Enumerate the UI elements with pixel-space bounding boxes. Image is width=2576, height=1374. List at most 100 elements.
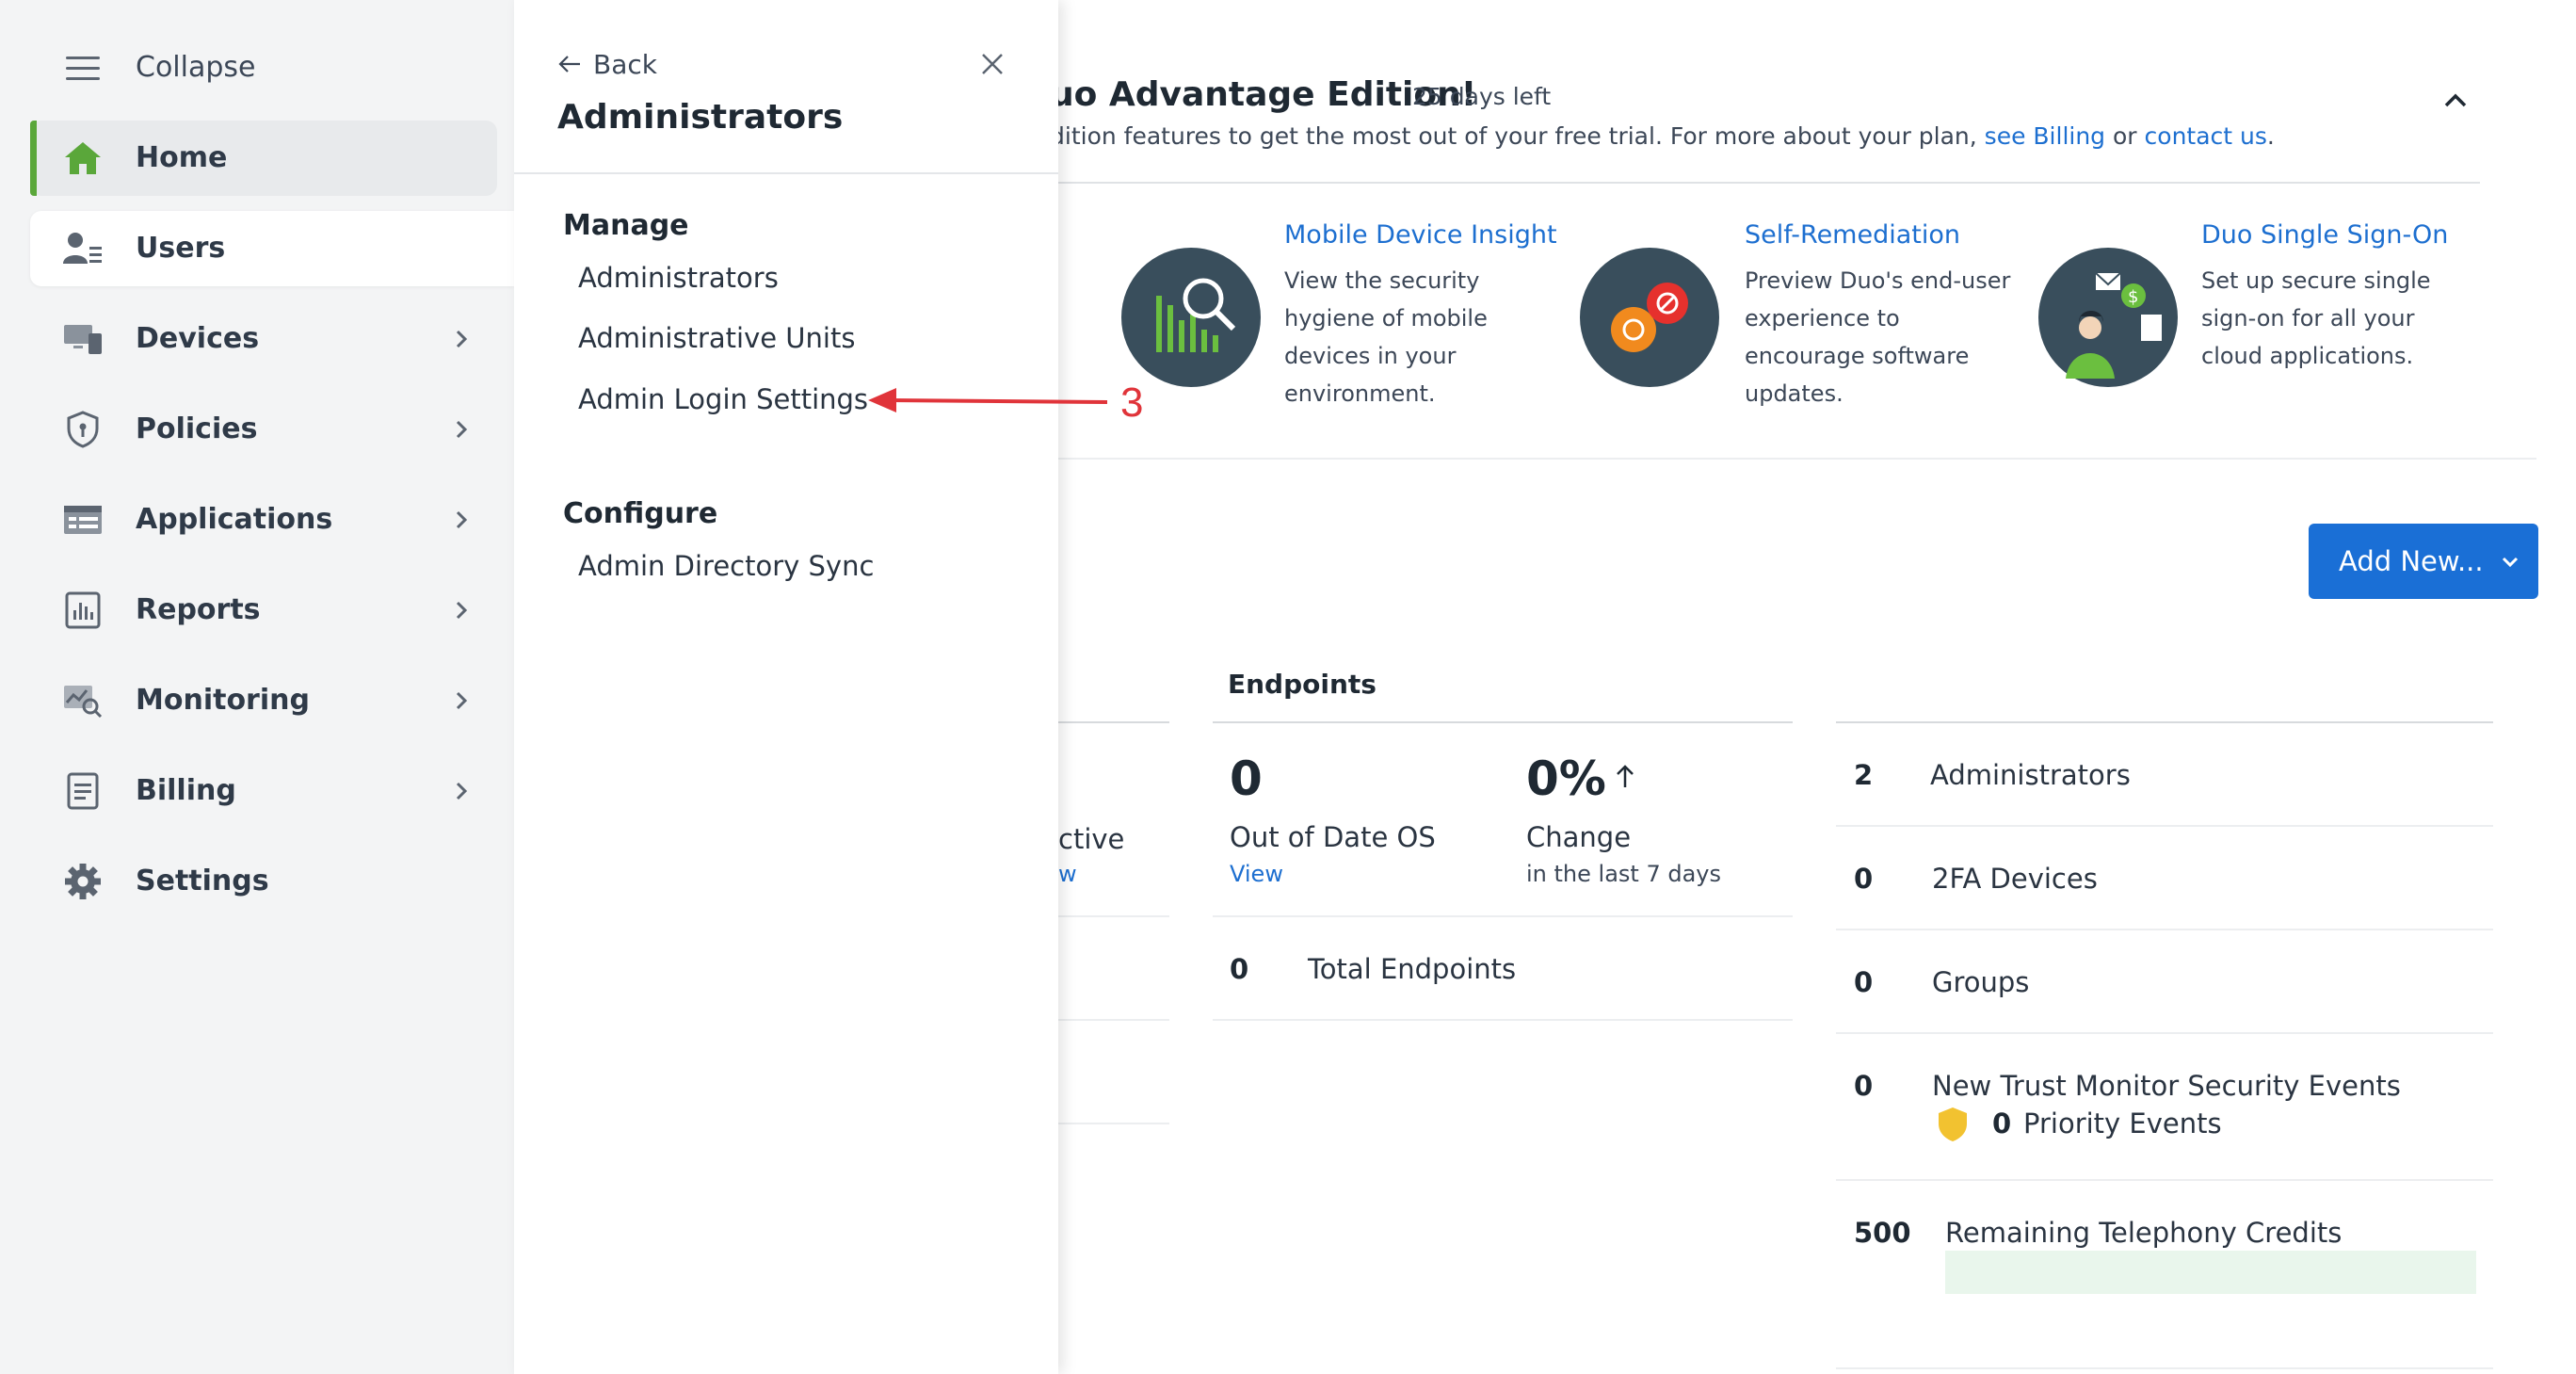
sidebar-item-settings[interactable]: Settings <box>30 844 497 919</box>
administrators-flyout: Back Administrators Manage Administrator… <box>514 0 1058 1374</box>
annotation-number: 3 <box>1120 380 1143 426</box>
shield-icon <box>1939 1107 1967 1141</box>
contact-us-link[interactable]: contact us <box>2145 122 2267 150</box>
sidebar-item-devices[interactable]: Devices <box>30 301 497 377</box>
telephony-credits-count: 500 <box>1854 1217 1911 1249</box>
feature-title[interactable]: Mobile Device Insight <box>1284 220 1557 250</box>
divider <box>1058 915 1169 917</box>
shield-icon <box>67 411 99 448</box>
change-value: 0% <box>1526 752 1606 806</box>
home-icon <box>65 142 101 174</box>
divider <box>1836 721 2493 723</box>
hamburger-icon <box>66 57 100 80</box>
chevron-right-icon <box>456 601 468 620</box>
feature-title[interactable]: Self-Remediation <box>1745 220 1960 250</box>
link-administrative-units[interactable]: Administrative Units <box>578 322 855 354</box>
chevron-right-icon <box>456 330 468 348</box>
billing-icon <box>67 772 99 810</box>
sidebar-item-billing[interactable]: Billing <box>30 753 497 829</box>
divider <box>1058 182 2480 184</box>
link-admin-login-settings[interactable]: Admin Login Settings <box>578 383 868 415</box>
out-of-date-label: Out of Date OS <box>1230 821 1436 853</box>
annotation-arrow: 3 <box>868 380 1143 426</box>
partial-stat-label: ctive <box>1058 823 1125 855</box>
administrators-count: 2 <box>1854 759 1874 791</box>
endpoints-heading: Endpoints <box>1228 669 1377 700</box>
partial-view-link[interactable]: w <box>1058 861 1077 887</box>
feature-description: Set up secure single sign-on for all you… <box>2201 267 2431 369</box>
sidebar-item-applications[interactable]: Applications <box>30 482 497 558</box>
banner-desc-text: dition features to get the most out of y… <box>1050 122 1977 150</box>
sidebar-item-users[interactable]: Users <box>30 211 514 286</box>
chevron-right-icon <box>456 782 468 800</box>
banner-desc-or: or <box>2113 122 2137 150</box>
sidebar-item-label: Devices <box>136 322 260 355</box>
change-label: Change <box>1526 821 1632 853</box>
feature-description: Preview Duo's end-user experience to enc… <box>1745 267 2011 407</box>
groups-label[interactable]: Groups <box>1932 966 2029 998</box>
link-admin-directory-sync[interactable]: Admin Directory Sync <box>578 550 874 582</box>
sidebar-item-home[interactable]: Home <box>30 121 497 196</box>
sidebar-item-label: Billing <box>136 774 236 807</box>
collapse-button[interactable]: Collapse <box>30 30 497 105</box>
total-endpoints-label: Total Endpoints <box>1308 953 1517 985</box>
arrow-up-icon <box>1617 765 1634 787</box>
monitoring-icon <box>64 686 103 719</box>
devices-icon <box>64 325 102 354</box>
sidebar-item-label: Reports <box>136 593 261 626</box>
see-billing-link[interactable]: see Billing <box>1985 122 2105 150</box>
divider <box>1836 1367 2493 1369</box>
users-icon <box>63 233 102 264</box>
link-administrators[interactable]: Administrators <box>578 262 779 294</box>
sidebar-item-label: Users <box>136 232 226 265</box>
add-new-button[interactable]: Add New... <box>2309 524 2538 599</box>
applications-icon <box>64 506 102 534</box>
trial-days-badge: 25 days left <box>1412 83 1552 110</box>
2fa-devices-count: 0 <box>1854 863 1874 895</box>
divider <box>1058 1019 1169 1021</box>
arrow-left-icon <box>558 56 580 73</box>
back-button[interactable]: Back <box>557 45 657 83</box>
sidebar-item-label: Applications <box>136 503 333 536</box>
view-link[interactable]: View <box>1230 861 1283 887</box>
sidebar-item-reports[interactable]: Reports <box>30 573 497 648</box>
self-remediation-icon <box>1580 248 1719 387</box>
flyout-title: Administrators <box>557 98 844 137</box>
single-sign-on-icon: $ <box>2038 248 2178 387</box>
back-label: Back <box>593 48 657 80</box>
chevron-right-icon <box>456 691 468 710</box>
close-icon[interactable] <box>975 47 1009 81</box>
divider <box>1058 458 2536 460</box>
gear-icon <box>65 864 101 899</box>
feature-title[interactable]: Duo Single Sign-On <box>2201 220 2448 250</box>
groups-count: 0 <box>1854 966 1874 998</box>
manage-heading: Manage <box>563 209 689 242</box>
sidebar-item-policies[interactable]: Policies <box>30 392 497 467</box>
chevron-right-icon <box>456 420 468 439</box>
chevron-up-icon[interactable] <box>2437 83 2474 117</box>
priority-events-count: 0 <box>1992 1107 2012 1140</box>
trust-monitor-label[interactable]: New Trust Monitor Security Events <box>1932 1070 2401 1102</box>
reports-icon <box>65 591 101 629</box>
divider <box>1213 1019 1793 1021</box>
priority-events-label: Priority Events <box>2023 1107 2222 1140</box>
divider <box>1836 929 2493 930</box>
telephony-credits-label: Remaining Telephony Credits <box>1945 1217 2343 1249</box>
sidebar-item-label: Policies <box>136 412 258 445</box>
administrators-label[interactable]: Administrators <box>1930 759 2131 791</box>
chevron-right-icon <box>456 510 468 529</box>
out-of-date-value: 0 <box>1230 752 1263 806</box>
total-endpoints-value: 0 <box>1230 953 1249 985</box>
sidebar-item-label: Monitoring <box>136 684 310 717</box>
collapse-label: Collapse <box>136 51 256 84</box>
add-new-label: Add New... <box>2339 545 2484 577</box>
divider <box>1836 825 2493 827</box>
banner-desc-end: . <box>2266 122 2275 150</box>
divider <box>1213 721 1793 723</box>
sidebar: Collapse Home Users Devices Policies App… <box>0 0 514 1374</box>
configure-heading: Configure <box>563 497 718 530</box>
divider <box>1058 721 1169 723</box>
divider <box>1213 915 1793 917</box>
sidebar-item-monitoring[interactable]: Monitoring <box>30 663 497 738</box>
2fa-devices-label[interactable]: 2FA Devices <box>1932 863 2098 895</box>
